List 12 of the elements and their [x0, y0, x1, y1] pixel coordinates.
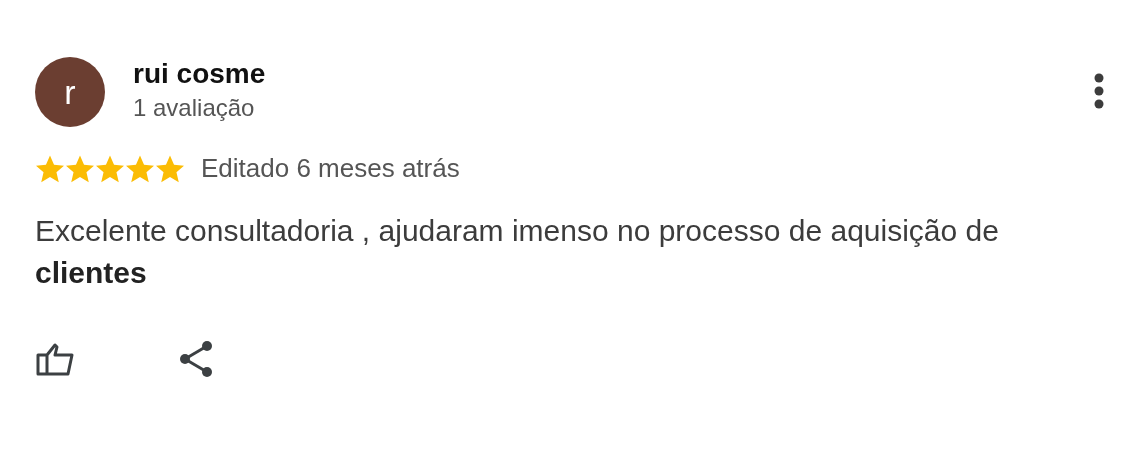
star-icon — [95, 154, 125, 183]
review-count: 1 avaliação — [133, 93, 256, 123]
star-icon — [125, 154, 155, 183]
review-date: Editado 6 meses atrás — [201, 153, 460, 184]
more-options-icon[interactable] — [1094, 73, 1104, 109]
star-icon — [35, 154, 65, 183]
star-icon — [65, 154, 95, 183]
avatar[interactable]: r — [35, 57, 105, 127]
star-icon — [155, 154, 185, 183]
share-icon[interactable] — [179, 340, 215, 378]
reviewer-name[interactable]: rui cosme — [133, 57, 1094, 91]
review-text: Excelente consultadoria , ajudaram imenso no processo de aquisição de clientes — [35, 213, 1000, 291]
